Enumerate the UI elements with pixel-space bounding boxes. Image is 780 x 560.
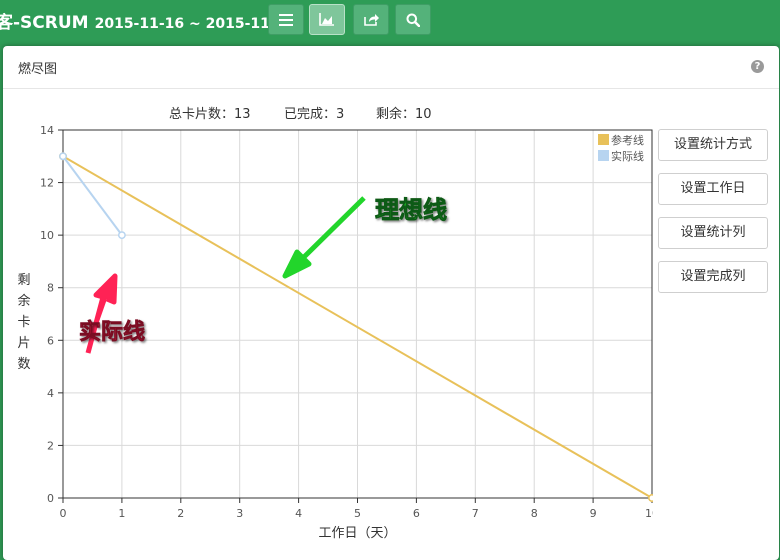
- set-stat-method-button[interactable]: 设置统计方式: [658, 129, 768, 161]
- x-tick-label: 10: [645, 507, 653, 520]
- legend-swatch: [598, 150, 609, 161]
- burndown-chart: 012345678910 02468101214 参考线实际线 工作日（天） 剩…: [17, 124, 653, 541]
- search-icon: [406, 13, 420, 27]
- set-done-column-button[interactable]: 设置完成列: [658, 261, 768, 293]
- x-tick-label: 8: [531, 507, 538, 520]
- ideal-line-annotation: 理想线: [282, 196, 447, 279]
- date-range: 2015-11-16 ~ 2015-11-29: [94, 16, 296, 32]
- set-stat-column-button[interactable]: 设置统计列: [658, 217, 768, 249]
- grid: [62, 129, 653, 499]
- series-line-1: [62, 155, 123, 236]
- x-tick-label: 2: [177, 507, 184, 520]
- x-tick-label: 6: [413, 507, 420, 520]
- y-tick-label: 0: [47, 492, 54, 505]
- share-button[interactable]: [353, 4, 389, 35]
- legend: 参考线实际线: [598, 133, 644, 163]
- legend-swatch: [598, 134, 609, 145]
- x-axis: 0 1 2 3 4 5 6 7 8 9 10: [60, 498, 653, 520]
- x-tick-label: 5: [354, 507, 361, 520]
- y-tick-label: 2: [47, 439, 54, 452]
- data-point: [59, 152, 67, 161]
- x-tick-label: 1: [118, 507, 125, 520]
- y-tick-label: 4: [47, 387, 54, 400]
- y-tick-label: 6: [47, 334, 54, 347]
- y-tick-label: 12: [40, 177, 54, 190]
- share-icon: [363, 14, 379, 26]
- data-point: [648, 494, 653, 502]
- set-workday-button[interactable]: 设置工作日: [658, 173, 768, 205]
- area-chart-icon: [319, 13, 334, 26]
- question-icon[interactable]: ?: [751, 60, 764, 73]
- x-tick-label: 4: [295, 507, 302, 520]
- x-tick-label: 9: [590, 507, 597, 520]
- top-bar: 客-SCRUM 2015-11-16 ~ 2015-11-29: [0, 0, 780, 44]
- chart-button[interactable]: [309, 4, 345, 35]
- ideal-label: 理想线: [375, 196, 447, 224]
- menu-icon: [279, 13, 293, 26]
- y-axis-label-char: 余: [17, 293, 30, 309]
- board-name: 客-SCRUM: [0, 13, 89, 33]
- x-tick-label: 3: [236, 507, 243, 520]
- y-axis-label-char: 片: [17, 336, 30, 351]
- menu-button[interactable]: [268, 4, 304, 35]
- y-tick-label: 8: [47, 282, 54, 295]
- search-button[interactable]: [395, 4, 431, 35]
- y-tick-label: 14: [40, 124, 54, 137]
- x-axis-label: 工作日（天）: [318, 526, 396, 541]
- y-axis-label-char: 卡: [17, 315, 30, 330]
- actual-label: 实际线: [79, 319, 145, 345]
- y-axis-label-char: 数: [17, 357, 30, 372]
- y-axis-label-char: 剩: [17, 273, 30, 288]
- legend-label: 实际线: [611, 149, 644, 163]
- data-point: [117, 231, 126, 240]
- legend-label: 参考线: [611, 133, 644, 147]
- y-axis: 0 2 4 6 8 10 12 14: [40, 124, 63, 505]
- burndown-modal: 燃尽图 ? 总卡片数：13 已完成：3 剩余：10 012345678910 0…: [3, 46, 779, 560]
- ideal-arrow: [282, 196, 366, 279]
- y-tick-label: 10: [40, 229, 54, 242]
- board-title: 客-SCRUM 2015-11-16 ~ 2015-11-29: [0, 8, 295, 33]
- x-tick-label: 0: [60, 507, 67, 520]
- y-axis-label: 剩余卡片数: [17, 273, 30, 372]
- x-tick-label: 7: [472, 507, 479, 520]
